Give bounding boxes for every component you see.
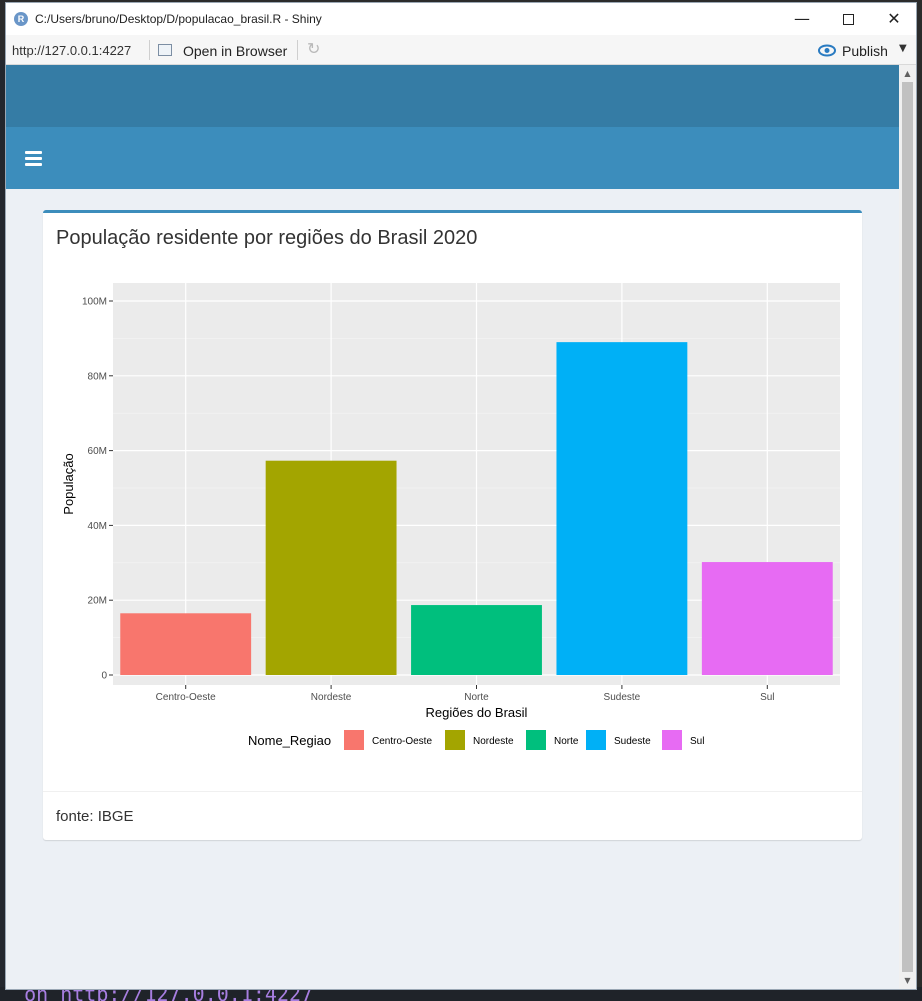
toolbar-divider [149, 40, 150, 60]
chart-box: População residente por regiões do Brasi… [43, 210, 862, 840]
y-tick-label: 100M [82, 297, 107, 308]
legend-label: Nordeste [473, 736, 514, 747]
legend-key-sul [662, 730, 682, 750]
scroll-thumb[interactable] [902, 82, 913, 972]
vertical-scrollbar[interactable]: ▲ ▼ [899, 65, 916, 989]
bar-sul [701, 562, 833, 675]
r-app-icon: R [14, 12, 28, 26]
y-axis-label: População [61, 453, 76, 514]
x-tick-label: Nordeste [311, 692, 352, 703]
box-footer: fonte: IBGE [43, 791, 862, 840]
bar-centro-oeste [120, 613, 252, 675]
legend-label: Centro-Oeste [372, 736, 432, 747]
population-bar-chart: 0 20M 40M 60M 80M 100M Centro-Oeste Nordeste Nor… [61, 283, 840, 750]
legend-title: Nome_Regiao [248, 733, 331, 748]
legend-label: Norte [554, 736, 579, 747]
y-tick-label: 0 [101, 671, 107, 682]
legend-key-sudeste [586, 730, 606, 750]
y-tick-label: 60M [88, 446, 107, 457]
bar-sudeste [556, 342, 688, 675]
x-tick-label: Centro-Oeste [156, 692, 216, 703]
source-note: fonte: IBGE [56, 808, 134, 825]
minimize-button[interactable]: — [779, 3, 825, 35]
x-tick-label: Norte [464, 692, 489, 703]
url-label: http://127.0.0.1:4227 [12, 43, 132, 58]
open-in-browser-icon[interactable] [158, 44, 172, 56]
publish-dropdown-icon[interactable]: ▼ [899, 43, 907, 54]
y-tick-label: 20M [88, 596, 107, 607]
y-tick-label: 80M [88, 371, 107, 382]
window-title: C:/Users/bruno/Desktop/D/populacao_brasi… [35, 12, 322, 26]
viewer-toolbar: http://127.0.0.1:4227 Open in Browser ↻ … [6, 35, 916, 65]
sidebar-toggle-icon[interactable] [25, 151, 42, 166]
scroll-down-icon[interactable]: ▼ [899, 972, 916, 989]
close-button[interactable]: ✕ [871, 3, 917, 35]
x-tick-label: Sul [760, 692, 774, 703]
toolbar-divider [297, 40, 298, 60]
legend-key-norte [526, 730, 546, 750]
bar-norte [411, 605, 542, 675]
header-navbar [6, 127, 899, 189]
maximize-icon [842, 14, 854, 25]
publish-button[interactable]: Publish [842, 43, 888, 59]
open-in-browser-button[interactable]: Open in Browser [183, 43, 287, 59]
y-tick-label: 40M [88, 521, 107, 532]
header-logo-bar [6, 65, 899, 127]
publish-icon[interactable] [818, 44, 836, 57]
legend-key-centro-oeste [344, 730, 364, 750]
maximize-button[interactable] [825, 3, 871, 35]
title-bar: R C:/Users/bruno/Desktop/D/populacao_bra… [6, 3, 916, 35]
legend-key-nordeste [445, 730, 465, 750]
app-viewport: População residente por regiões do Brasi… [6, 65, 916, 989]
refresh-icon[interactable]: ↻ [307, 41, 323, 57]
legend-label: Sudeste [614, 736, 651, 747]
legend-label: Sul [690, 736, 704, 747]
shiny-window: R C:/Users/bruno/Desktop/D/populacao_bra… [5, 2, 917, 990]
x-axis-label: Regiões do Brasil [426, 705, 528, 720]
x-tick-label: Sudeste [604, 692, 641, 703]
scroll-up-icon[interactable]: ▲ [899, 65, 916, 82]
bar-nordeste [265, 460, 397, 675]
